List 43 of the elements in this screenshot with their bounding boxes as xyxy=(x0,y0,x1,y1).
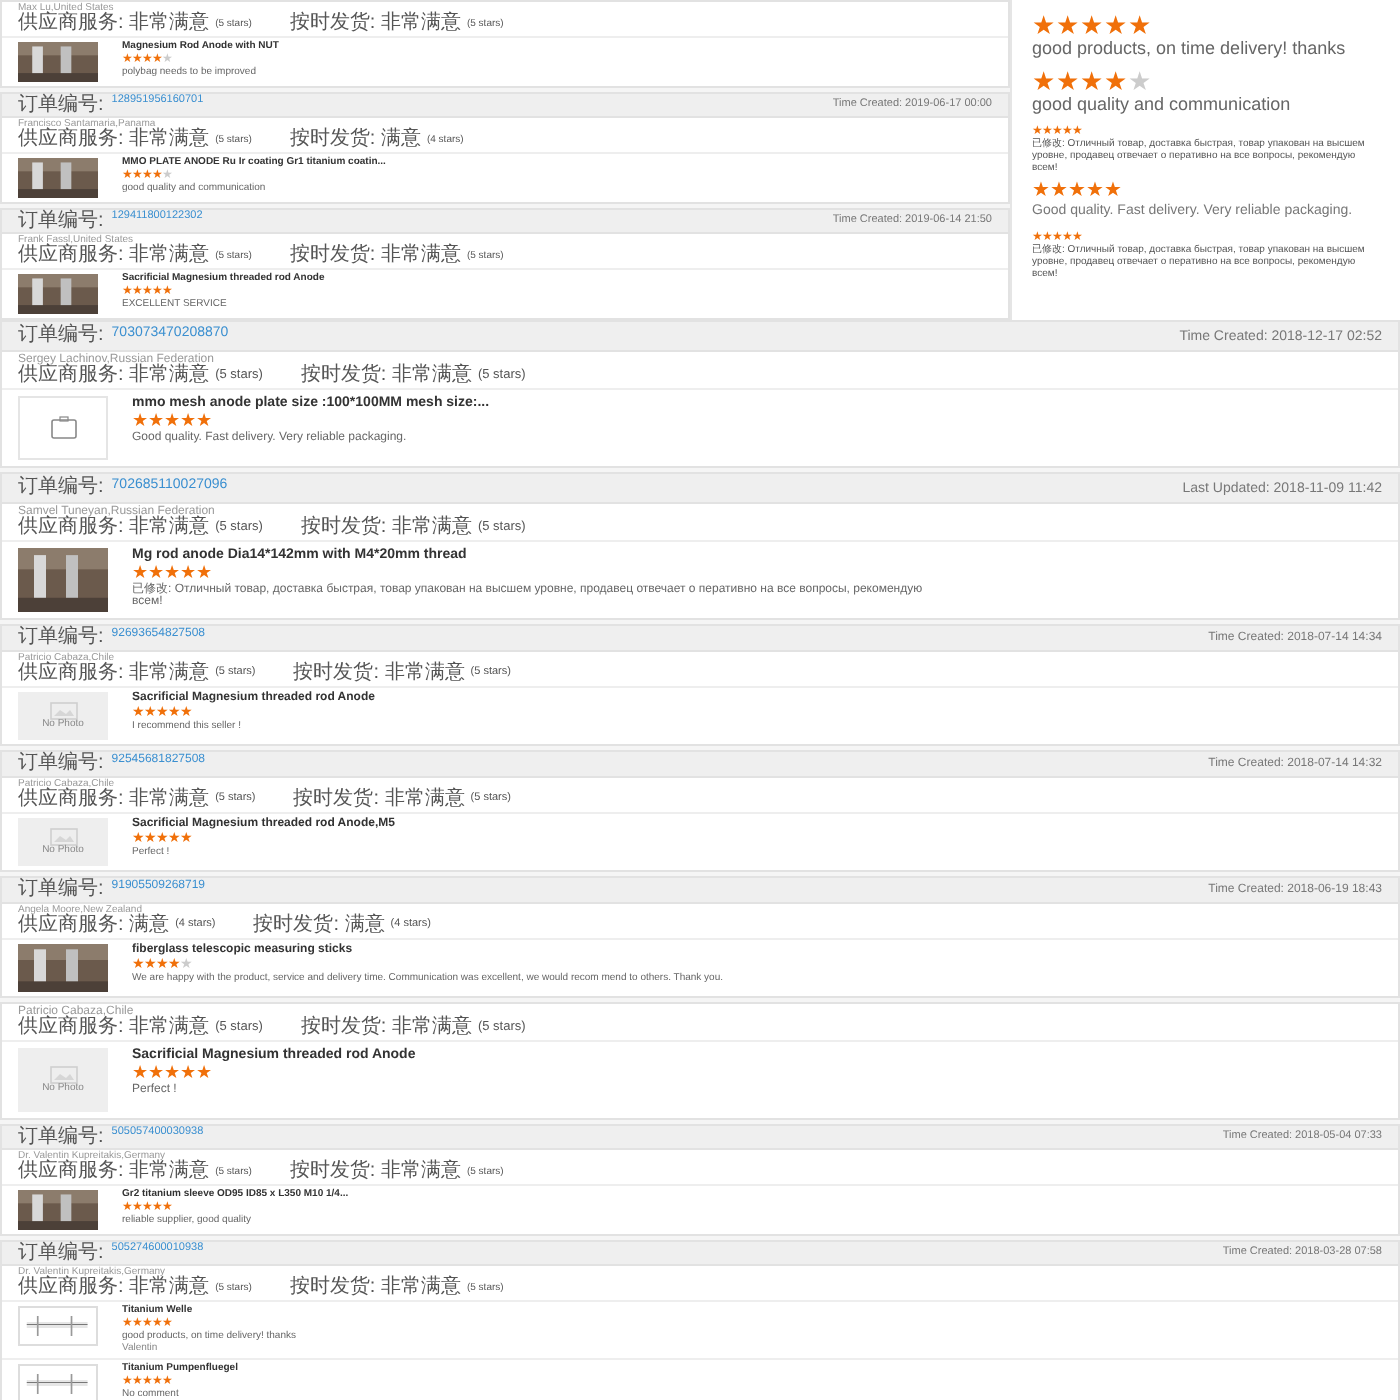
rating-label: 供应商服务: 非常满意 xyxy=(18,130,210,150)
order-number-label: 订单编号: xyxy=(18,1127,104,1147)
review-comment: good products, on time delivery! thanks xyxy=(1032,38,1348,61)
rating-label: 按时发货: 非常满意 xyxy=(300,518,472,538)
order-number-label: 订单编号: xyxy=(18,478,104,498)
order-number-label: 订单编号: xyxy=(18,880,104,900)
rating-label: 供应商服务: 满意 xyxy=(18,916,170,936)
rating-label: 供应商服务: 非常满意 xyxy=(18,1162,210,1182)
rating-label: 按时发货: 非常满意 xyxy=(293,664,465,684)
rating-label: 按时发货: 非常满意 xyxy=(289,246,461,266)
rating-label: 供应商服务: 非常满意 xyxy=(18,14,210,34)
star-rating: ★★★★★ xyxy=(1032,68,1154,95)
star-rating: ★★★★★ xyxy=(132,564,214,582)
review-comment: good quality and communication xyxy=(1032,94,1293,117)
rating-label: 供应商服务: 非常满意 xyxy=(18,246,210,266)
rating-label: 按时发货: 非常满意 xyxy=(300,1018,472,1038)
rating-label: 按时发货: 满意 xyxy=(289,130,421,150)
rating-label: 供应商服务: 非常满意 xyxy=(18,366,210,386)
order-number-label: 订单编号: xyxy=(18,211,104,231)
rating-label: 按时发货: 满意 xyxy=(253,916,385,936)
star-rating: ★★★★★ xyxy=(1032,182,1124,203)
rating-label: 按时发货: 非常满意 xyxy=(289,1162,461,1182)
star-rating: ★★★★★ xyxy=(1032,12,1154,38)
rating-label: 按时发货: 非常满意 xyxy=(289,1278,461,1298)
rating-label: 供应商服务: 非常满意 xyxy=(18,518,210,538)
rating-label: 供应商服务: 非常满意 xyxy=(18,790,210,810)
star-rating: ★★★★★ xyxy=(132,1064,214,1082)
order-number-label: 订单编号: xyxy=(18,95,104,115)
bag-icon xyxy=(49,416,77,440)
star-rating: ★★★★★ xyxy=(132,412,214,430)
order-number-label: 订单编号: xyxy=(18,754,104,774)
rating-label: 供应商服务: 非常满意 xyxy=(18,664,210,684)
image-icon xyxy=(49,702,77,720)
rating-label: 供应商服务: 非常满意 xyxy=(18,1018,210,1038)
rating-label: 按时发货: 非常满意 xyxy=(300,366,472,386)
image-icon xyxy=(49,828,77,846)
image-icon xyxy=(49,1066,77,1084)
order-number-label: 订单编号: xyxy=(18,326,104,346)
rating-label: 供应商服务: 非常满意 xyxy=(18,1278,210,1298)
rating-label: 按时发货: 非常满意 xyxy=(293,790,465,810)
order-number-label: 订单编号: xyxy=(18,628,104,648)
order-number-label: 订单编号: xyxy=(18,1243,104,1263)
rating-label: 按时发货: 非常满意 xyxy=(289,14,461,34)
